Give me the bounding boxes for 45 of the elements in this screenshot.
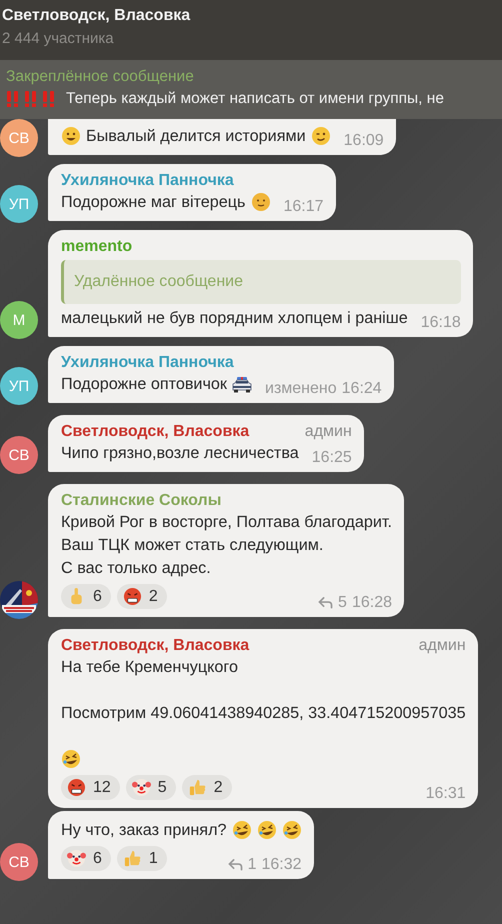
reaction-chip[interactable]: 2 xyxy=(182,775,232,800)
admin-label: админ xyxy=(418,637,466,655)
sender-name[interactable]: Светловодск, Власовка xyxy=(61,423,250,441)
message-time: 16:28 xyxy=(352,594,392,612)
sender-name[interactable]: Светловодск, Власовка xyxy=(61,637,250,655)
pinned-title: Закреплённое сообщение xyxy=(6,68,195,86)
message-time: 16:17 xyxy=(284,198,324,216)
message-text: Подорожне маг вітерець xyxy=(61,192,246,212)
message-time: 16:09 xyxy=(344,132,384,150)
message-text: Ваш ТЦК может стать следующим. xyxy=(61,536,324,554)
message-bubble[interactable]: Ухиляночка Панночка Подорожне маг вітерець 16:17 xyxy=(48,164,336,221)
message-time: 16:25 xyxy=(312,449,352,467)
message-text: Подорожне оптовичок xyxy=(61,374,227,394)
message-time: 16:18 xyxy=(420,314,461,332)
message-text: Посмотрим 49.06041438940285, 33.404715200957035 xyxy=(61,704,466,722)
message-bubble[interactable]: Бывалый делится историями 16:09 xyxy=(48,119,396,155)
message-bubble[interactable]: Светловодск, Власовка админ Чипо грязно,возле лесничества 16:25 xyxy=(48,415,364,472)
message-text: Чипо грязно,возле лесничества xyxy=(61,444,299,462)
reaction-chip[interactable]: 1 xyxy=(116,846,167,871)
message-text: Кривой Рог в восторге, Полтава благодарит. xyxy=(61,512,392,532)
message-time: 16:24 xyxy=(342,380,382,398)
reply-count: 5 xyxy=(338,594,347,612)
message-time: 16:32 xyxy=(261,856,302,874)
reaction-chip[interactable]: 5 xyxy=(126,775,176,800)
reply-count: 1 xyxy=(248,856,256,874)
message-text: На тебе Кременчуцкого xyxy=(61,658,238,676)
message-bubble[interactable]: Светловодск, Власовка админ На тебе Кременчуцкого Посмотрим 49.06041438940285, 33.404715200957035 12 5 2 16:31 xyxy=(48,629,478,808)
pinned-text: Теперь каждый может написать от имени группы, не xyxy=(66,90,444,108)
admin-label: админ xyxy=(304,423,352,441)
pinned-message-bar[interactable]: Закреплённое сообщение Теперь каждый может написать от имени группы, не xyxy=(0,60,502,119)
reaction-chip[interactable]: 6 xyxy=(61,584,111,609)
reaction-chip[interactable]: 6 xyxy=(61,846,111,871)
message-text: Бывалый делится историями xyxy=(86,126,306,146)
message-bubble[interactable]: Ухиляночка Панночка Подорожне оптовичок изменено 16:24 xyxy=(48,346,394,403)
message-bubble[interactable]: Сталинские Соколы Кривой Рог в восторге, Полтава благодарит. Ваш ТЦК может стать следующим. С вас только адрес. 6 2 5 16:28 xyxy=(48,484,404,617)
message-text: С вас только адрес. xyxy=(61,558,211,578)
chat-title: Светловодск, Власовка xyxy=(2,7,192,25)
message-text: Ну что, заказ принял? xyxy=(61,820,227,840)
message-time: 16:31 xyxy=(426,784,466,802)
message-bubble[interactable]: Ну что, заказ принял? 6 1 1 16:32 xyxy=(48,811,314,879)
message-text: малецький не був порядним хлопцем і раніше xyxy=(61,308,408,328)
reaction-chip[interactable]: 2 xyxy=(116,584,167,609)
reaction-chip[interactable]: 12 xyxy=(61,775,120,800)
edited-label: изменено xyxy=(265,380,337,398)
member-count: 2 444 участника xyxy=(2,30,115,47)
